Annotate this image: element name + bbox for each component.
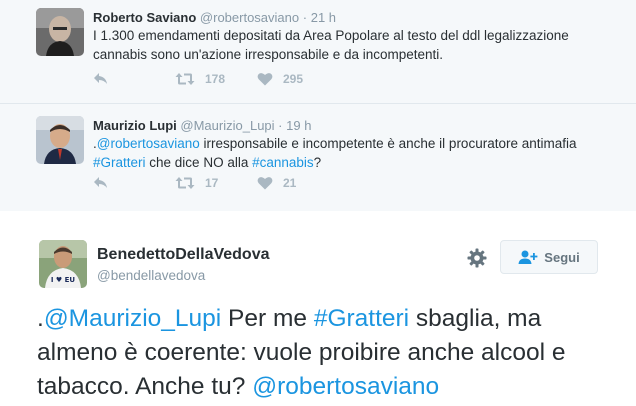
text-segment: . <box>37 305 44 332</box>
tweet-actions: 178 295 <box>93 72 393 92</box>
user-handle[interactable]: @Maurizio_Lupi <box>180 118 274 133</box>
gear-icon[interactable] <box>467 248 487 268</box>
like-button[interactable]: 295 <box>257 72 303 86</box>
tweet-item[interactable]: Roberto Saviano @robertosaviano · 21 h I… <box>0 0 636 103</box>
tweet-header: Roberto Saviano @robertosaviano · 21 h <box>93 10 336 25</box>
text-segment: ? <box>313 155 322 170</box>
retweet-count: 17 <box>205 176 219 190</box>
heart-icon <box>257 73 273 86</box>
tweet-time[interactable]: 21 h <box>311 10 336 25</box>
separator-dot: · <box>278 118 283 133</box>
follow-person-icon <box>518 250 538 264</box>
tweet-item[interactable]: Maurizio Lupi @Maurizio_Lupi · 19 h .@ro… <box>0 104 636 211</box>
tweet-text: .@robertosaviano irresponsabile e incomp… <box>93 134 613 172</box>
hashtag-link[interactable]: #Gratteri <box>93 155 146 170</box>
reply-button[interactable] <box>93 176 109 190</box>
mention-link[interactable]: @robertosaviano <box>252 373 439 400</box>
user-name[interactable]: Maurizio Lupi <box>93 118 177 133</box>
like-count: 295 <box>283 72 304 86</box>
retweet-count: 178 <box>205 72 226 86</box>
avatar-shirt-text: I ♥ EU <box>51 276 76 284</box>
reply-icon <box>94 177 107 188</box>
tweet-header: Maurizio Lupi @Maurizio_Lupi · 19 h <box>93 118 311 133</box>
tweet-actions: 17 21 <box>93 176 393 196</box>
text-segment: irresponsabile e incompetente è anche il… <box>199 136 577 151</box>
heart-icon <box>257 177 273 190</box>
like-button[interactable]: 21 <box>257 176 296 190</box>
follow-label: Segui <box>544 249 580 265</box>
user-handle[interactable]: @bendellavedova <box>97 268 205 283</box>
text-segment: Per me <box>221 305 314 332</box>
text-segment: che dice NO alla <box>145 155 253 170</box>
user-name[interactable]: BenedettoDellaVedova <box>97 246 270 264</box>
avatar[interactable]: I ♥ EU <box>39 240 87 288</box>
retweet-button[interactable]: 178 <box>175 72 225 86</box>
tweet-text: I 1.300 emendamenti depositati da Area P… <box>93 28 569 62</box>
user-handle[interactable]: @robertosaviano <box>200 10 299 25</box>
retweet-icon <box>175 73 195 85</box>
like-count: 21 <box>283 176 297 190</box>
retweet-icon <box>175 177 195 189</box>
avatar[interactable] <box>36 8 84 56</box>
mention-link[interactable]: @robertosaviano <box>97 136 200 151</box>
hashtag-link[interactable]: #cannabis <box>252 155 314 170</box>
mention-link[interactable]: @Maurizio_Lupi <box>44 305 221 332</box>
tweet-time[interactable]: 19 h <box>286 118 311 133</box>
reply-icon <box>94 73 107 84</box>
retweet-button[interactable]: 17 <box>175 176 218 190</box>
separator-dot: · <box>302 10 308 25</box>
tweet-text: .@Maurizio_Lupi Per me #Gratteri sbaglia… <box>37 302 607 404</box>
reply-button[interactable] <box>93 72 109 86</box>
user-name[interactable]: Roberto Saviano <box>93 10 196 25</box>
avatar[interactable] <box>36 116 84 164</box>
follow-button[interactable]: Segui <box>500 240 598 274</box>
conversation-thread: Roberto Saviano @robertosaviano · 21 h I… <box>0 0 636 211</box>
hashtag-link[interactable]: #Gratteri <box>314 305 409 332</box>
